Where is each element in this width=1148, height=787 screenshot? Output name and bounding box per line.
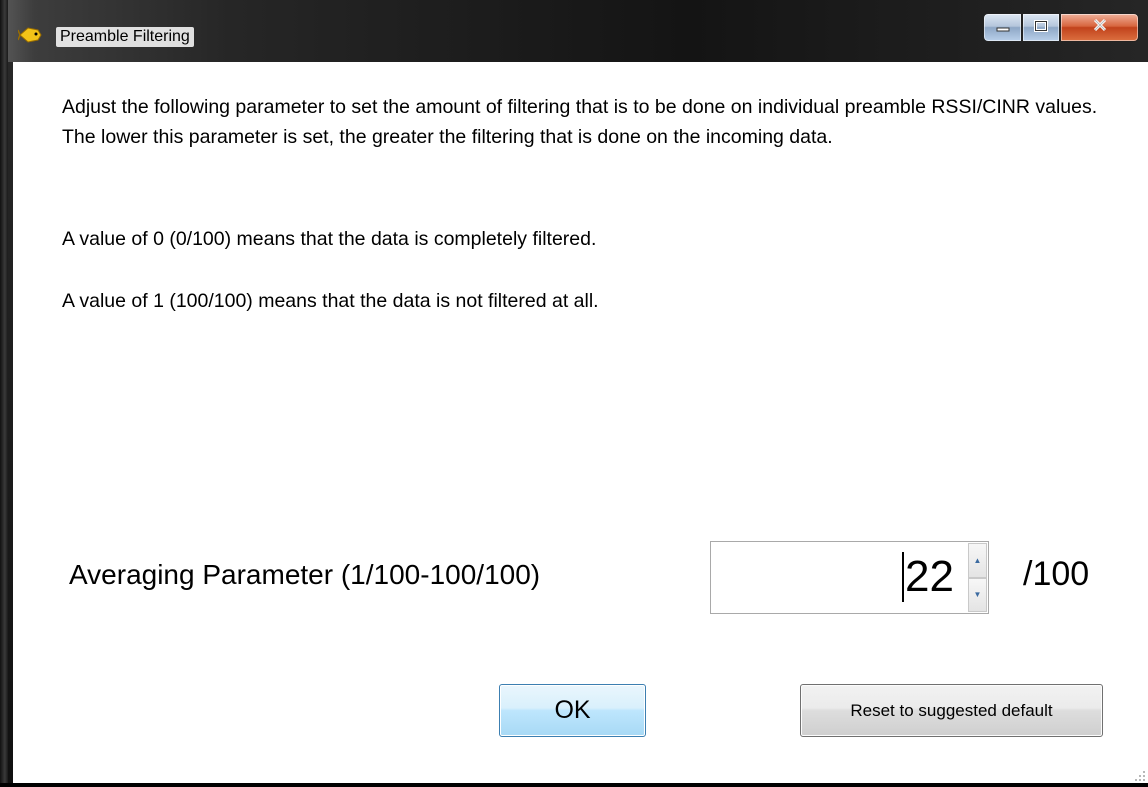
minimize-button[interactable] [983, 13, 1022, 42]
averaging-parameter-value[interactable]: 22 [902, 552, 954, 602]
chevron-up-icon: ▲ [973, 555, 982, 565]
app-icon [17, 25, 42, 45]
averaging-parameter-suffix: /100 [1023, 555, 1090, 593]
spinner-up-button[interactable]: ▲ [968, 543, 987, 578]
ok-button[interactable]: OK [499, 684, 646, 737]
maximize-button[interactable] [1022, 13, 1060, 42]
dialog-window: Preamble Filtering Adjust the following … [0, 0, 1148, 783]
close-button[interactable] [1060, 13, 1139, 42]
title-bar[interactable]: Preamble Filtering [0, 0, 1148, 62]
resize-grip-icon[interactable] [1134, 769, 1146, 781]
minimize-icon [996, 19, 1010, 37]
description-paragraph-3: A value of 1 (100/100) means that the da… [62, 290, 599, 312]
maximize-icon [1034, 19, 1048, 37]
close-icon [1092, 18, 1108, 37]
spinner-buttons: ▲ ▼ [968, 543, 987, 612]
dialog-client-area: Adjust the following parameter to set th… [13, 62, 1148, 783]
chevron-down-icon: ▼ [973, 590, 982, 600]
description-paragraph-2: A value of 0 (0/100) means that the data… [62, 228, 597, 250]
spinner-down-button[interactable]: ▼ [968, 577, 987, 612]
description-paragraph-1: Adjust the following parameter to set th… [62, 96, 1103, 148]
averaging-parameter-spinner[interactable]: 22 ▲ ▼ [710, 541, 989, 614]
reset-default-button[interactable]: Reset to suggested default [800, 684, 1103, 737]
averaging-parameter-label: Averaging Parameter (1/100-100/100) [69, 559, 541, 590]
window-left-edge [0, 0, 8, 783]
caption-buttons [983, 13, 1139, 44]
window-title: Preamble Filtering [56, 27, 194, 47]
